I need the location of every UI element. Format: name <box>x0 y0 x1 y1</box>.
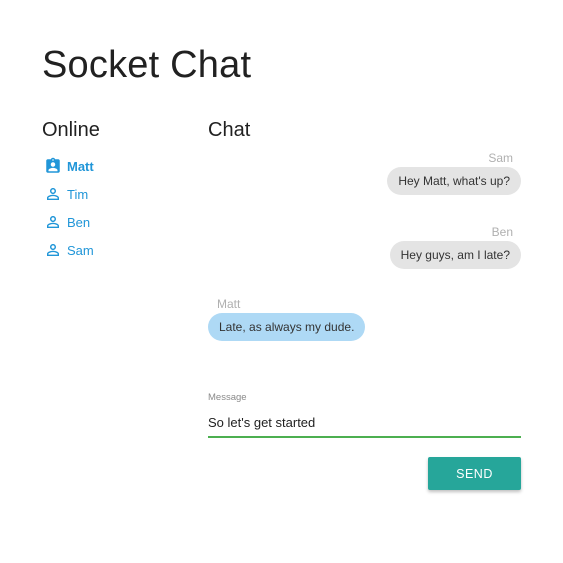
message-bubble: Late, as always my dude. <box>208 313 366 341</box>
account-outline-icon <box>47 244 59 256</box>
user-name: Ben <box>67 214 91 230</box>
user-name: Matt <box>67 158 94 174</box>
online-user-list: Matt Tim Ben Sam <box>44 152 94 264</box>
chat-heading: Chat <box>208 119 251 141</box>
send-button[interactable]: SEND <box>428 457 521 490</box>
chat-page: Socket Chat Online Matt Tim Ben Sam Chat… <box>0 0 563 563</box>
chat-message: Sam Hey Matt, what's up? <box>387 151 521 195</box>
online-heading: Online <box>42 119 100 141</box>
user-name: Sam <box>67 242 94 258</box>
message-sender: Sam <box>488 151 513 165</box>
user-item-matt[interactable]: Matt <box>44 152 94 180</box>
message-sender: Matt <box>217 297 241 311</box>
account-outline-icon <box>47 188 59 200</box>
user-name: Tim <box>67 186 89 202</box>
message-bubble: Hey guys, am I late? <box>389 241 521 269</box>
user-item-tim[interactable]: Tim <box>44 180 94 208</box>
app-title: Socket Chat <box>42 44 252 86</box>
message-bubble: Hey Matt, what's up? <box>387 167 521 195</box>
message-field-label: Message <box>208 392 247 403</box>
chat-message: Ben Hey guys, am I late? <box>389 225 521 269</box>
user-item-sam[interactable]: Sam <box>44 236 94 264</box>
account-outline-icon <box>47 216 59 228</box>
account-badge-icon <box>46 157 60 173</box>
message-input[interactable] <box>208 408 521 438</box>
message-sender: Ben <box>491 225 513 239</box>
chat-message: Matt Late, as always my dude. <box>208 297 366 341</box>
user-item-ben[interactable]: Ben <box>44 208 94 236</box>
